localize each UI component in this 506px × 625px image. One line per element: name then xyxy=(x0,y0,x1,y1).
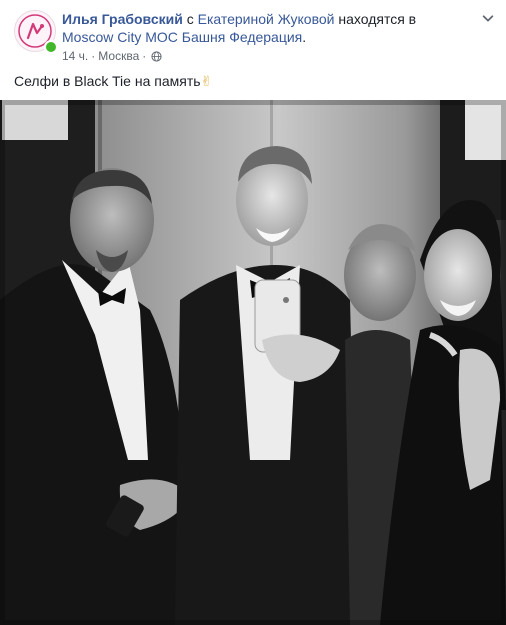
location-suffix: . xyxy=(302,29,307,45)
location-link[interactable]: Moscow City MOC Башня Федерация xyxy=(62,29,302,45)
caption-text: Селфи в Black Tie на память xyxy=(14,73,201,89)
chevron-down-icon xyxy=(482,15,494,22)
post-caption: Селфи в Black Tie на память✌ xyxy=(14,72,212,90)
post-meta: 14 ч. · Москва · xyxy=(62,49,162,63)
post-photo[interactable] xyxy=(0,100,506,625)
with-prefix: с xyxy=(186,11,194,27)
post-headline: Илья Грабовский с Екатериной Жуковой нах… xyxy=(62,10,462,46)
post-city-link[interactable]: Москва xyxy=(98,49,139,63)
post-options-button[interactable] xyxy=(478,8,498,28)
victory-hand-icon: ✌ xyxy=(200,73,213,89)
location-prefix: находятся в xyxy=(338,11,417,27)
meta-separator-2: · xyxy=(142,49,147,63)
meta-separator: · xyxy=(91,49,96,63)
tagged-person-link[interactable]: Екатериной Жуковой xyxy=(198,11,335,27)
globe-icon[interactable] xyxy=(151,50,162,62)
online-status-dot xyxy=(44,40,58,54)
post-header: Илья Грабовский с Екатериной Жуковой нах… xyxy=(0,0,506,70)
facebook-post: Илья Грабовский с Екатериной Жуковой нах… xyxy=(0,0,506,625)
author-name-link[interactable]: Илья Грабовский xyxy=(62,11,183,27)
photo-image xyxy=(0,100,506,625)
post-time-link[interactable]: 14 ч. xyxy=(62,49,88,63)
